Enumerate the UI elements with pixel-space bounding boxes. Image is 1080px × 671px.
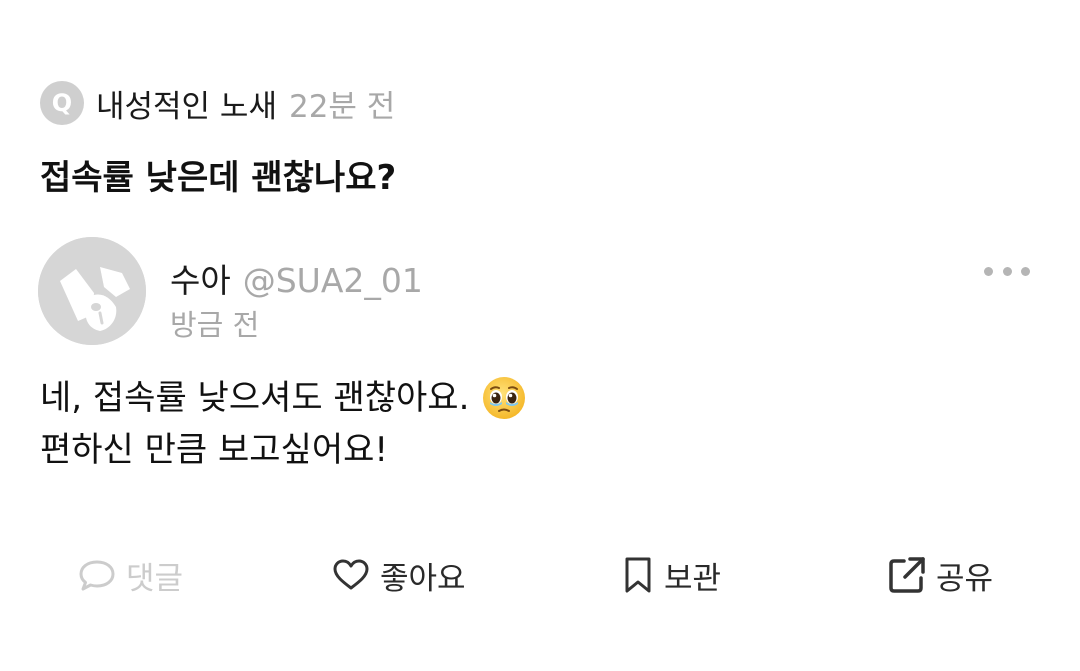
question-header: Q 내성적인 노새 22분 전 [40, 80, 395, 126]
reply-author-name[interactable]: 수아 [170, 254, 231, 302]
default-avatar-icon [38, 237, 146, 345]
action-bar: 댓글 좋아요 보관 공유 [0, 548, 1080, 602]
like-label: 좋아요 [380, 560, 466, 597]
reply-line-text: 편하신 만큼 보고싶어요! [40, 430, 389, 470]
comment-bubble-icon [79, 560, 115, 591]
avatar[interactable] [38, 237, 146, 345]
like-button[interactable]: 좋아요 [332, 548, 466, 602]
more-dots-icon [984, 266, 993, 276]
question-author[interactable]: 내성적인 노새 [96, 81, 277, 126]
heart-icon [333, 559, 369, 590]
reply-line-text: 네, 접속률 낮으셔도 괜찮아요. [40, 378, 470, 418]
question-title: 접속률 낮은데 괜찮나요? [40, 158, 397, 198]
reply-line: 편하신 만큼 보고싶어요! [40, 424, 527, 476]
share-label: 공유 [936, 560, 994, 597]
share-external-icon [889, 557, 925, 593]
share-button[interactable]: 공유 [888, 548, 993, 602]
question-timestamp: 22분 전 [288, 88, 396, 125]
question-badge-icon: Q [40, 81, 84, 125]
bookmark-icon [625, 557, 651, 593]
more-dot [1002, 266, 1012, 276]
comment-label: 댓글 [126, 560, 184, 597]
reply-line: 네, 접속률 낮으셔도 괜찮아요. [40, 372, 527, 424]
reply-author-handle[interactable]: @SUA2_01 [243, 261, 423, 300]
bookmark-button[interactable]: 보관 [622, 548, 721, 602]
pleading-face-icon [481, 375, 527, 421]
reply-header: 수아 @SUA2_01 [170, 254, 423, 302]
bookmark-label: 보관 [664, 560, 722, 597]
comment-button[interactable]: 댓글 [78, 548, 183, 602]
reply-timestamp: 방금 전 [170, 308, 260, 342]
more-dot [1021, 266, 1030, 276]
reply-body: 네, 접속률 낮으셔도 괜찮아요. 편하신 만큼 보고싶어요! [40, 372, 527, 476]
more-options-button[interactable] [984, 257, 1030, 285]
